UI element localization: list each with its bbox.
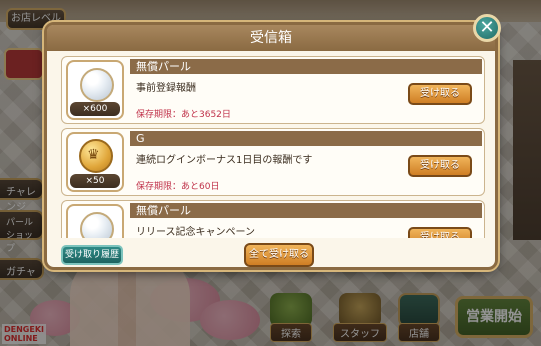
item-description: 連続ログインボーナス1日目の報酬です (136, 155, 313, 166)
inbox-list[interactable]: ×600 無償パール 事前登録報酬 保存期限：あと3652日 受け取る ♛ ×5… (61, 56, 486, 238)
pearl-icon (80, 68, 114, 102)
item-icon-frame (66, 204, 124, 238)
pearl-icon (80, 212, 114, 238)
claim-button[interactable]: 受け取る (408, 83, 472, 105)
claim-history-button[interactable]: 受け取り履歴 (61, 245, 123, 265)
claim-button[interactable]: 受け取る (408, 155, 472, 177)
item-name: 無償パール (130, 203, 482, 218)
close-icon: ✕ (479, 17, 495, 38)
item-description: リリース記念キャンペーン (136, 227, 255, 238)
item-expiry: 保存期限：あと3652日 (136, 110, 231, 120)
claim-all-button[interactable]: 全て受け取る (244, 243, 314, 267)
dialog-header: 受信箱 (47, 25, 495, 51)
inbox-item: ♛ ×50 G 連続ログインボーナス1日目の報酬です 保存期限：あと60日 受け… (61, 128, 485, 196)
inbox-item: 無償パール リリース記念キャンペーン 受け取る (61, 200, 485, 238)
claim-button[interactable]: 受け取る (408, 227, 472, 238)
item-quantity: ×50 (70, 174, 120, 188)
gold-coin-icon: ♛ (79, 139, 113, 173)
item-description: 事前登録報酬 (136, 83, 196, 94)
item-quantity: ×600 (70, 102, 120, 116)
item-icon-frame: ♛ ×50 (66, 132, 124, 192)
item-name: G (130, 131, 482, 146)
inbox-dialog: 受信箱 ×600 無償パール 事前登録報酬 保存期限：あと3652日 受け取る … (44, 22, 498, 270)
close-button[interactable]: ✕ (473, 14, 501, 42)
inbox-item: ×600 無償パール 事前登録報酬 保存期限：あと3652日 受け取る (61, 56, 485, 124)
item-name: 無償パール (130, 59, 482, 74)
dialog-title: 受信箱 (250, 30, 292, 46)
item-icon-frame: ×600 (66, 60, 124, 120)
item-expiry: 保存期限：あと60日 (136, 182, 220, 192)
